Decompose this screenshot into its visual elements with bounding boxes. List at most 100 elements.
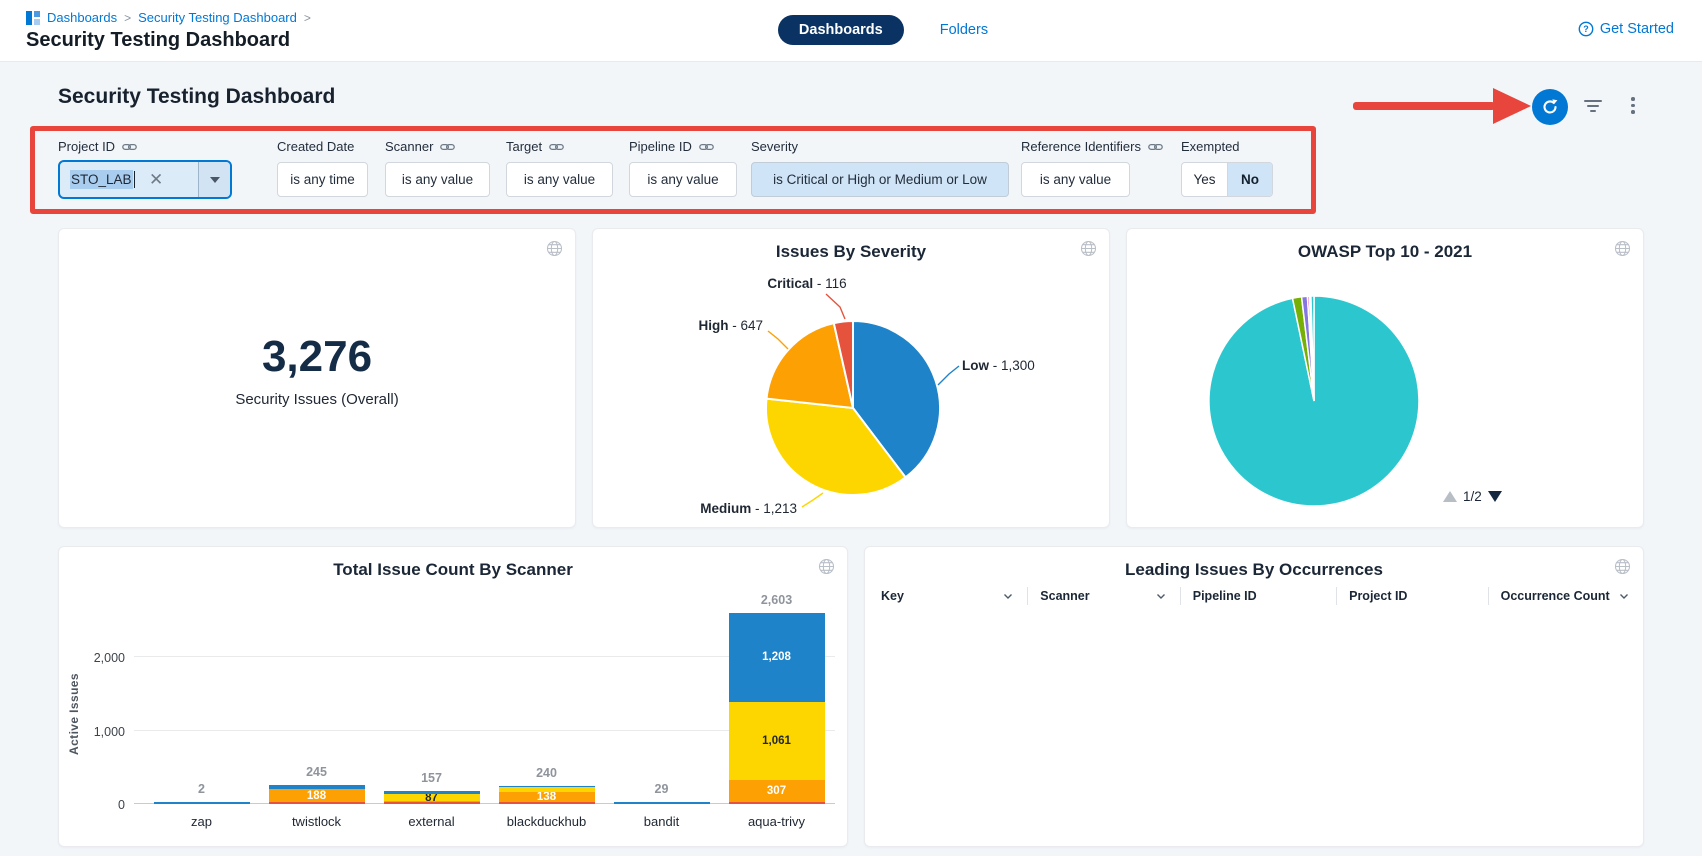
get-started-label: Get Started (1600, 21, 1674, 37)
scanner-filter-value[interactable]: is any value (385, 162, 490, 197)
bar-segment-low[interactable] (154, 802, 250, 804)
view-tabs: Dashboards Folders (64, 15, 1702, 45)
y-axis-tick: 2,000 (59, 651, 125, 665)
project-id-dropdown-toggle[interactable] (198, 162, 230, 197)
page-down-icon[interactable] (1488, 491, 1502, 502)
chevron-down-icon (1156, 593, 1166, 600)
created-date-filter-value[interactable]: is any time (277, 162, 368, 197)
bar-blackduckhub[interactable]: 138 (499, 786, 595, 805)
column-header-occurrence-count[interactable]: Occurrence Count (1488, 587, 1643, 605)
issues-by-severity-pie-chart[interactable]: Low - 1,300Medium - 1,213High - 647Criti… (593, 229, 1111, 529)
exempted-toggle: Yes No (1181, 162, 1273, 197)
category-label: zap (145, 814, 259, 829)
help-icon: ? (1578, 21, 1594, 37)
exempted-no-option[interactable]: No (1227, 163, 1272, 196)
exempted-yes-option[interactable]: Yes (1182, 163, 1227, 196)
target-filter-label: Target (506, 139, 564, 154)
target-filter-value[interactable]: is any value (506, 162, 613, 197)
total-issue-count-by-scanner-card[interactable]: Total Issue Count By Scanner Active Issu… (58, 546, 848, 847)
get-started-link[interactable]: ? Get Started (1578, 21, 1674, 37)
bar-segment-medium[interactable] (499, 787, 595, 792)
security-issues-overall-tile: 3,276 Security Issues (Overall) (58, 228, 576, 528)
column-header-scanner[interactable]: Scanner (1027, 587, 1179, 605)
bar-total-label: 29 (605, 782, 719, 796)
severity-filter-value[interactable]: is Critical or High or Medium or Low (751, 162, 1009, 197)
bar-total-label: 240 (490, 766, 604, 780)
exempted-filter-label: Exempted (1181, 139, 1240, 154)
created-date-filter-label: Created Date (277, 139, 354, 154)
pagination-label: 1/2 (1463, 489, 1482, 504)
link-icon (549, 142, 564, 152)
pie-pagination: 1/2 (1443, 489, 1502, 504)
refresh-icon (1540, 97, 1560, 117)
bar-segment-low[interactable] (499, 786, 595, 788)
reference-identifiers-filter-value[interactable]: is any value (1021, 162, 1130, 197)
pipeline-id-filter-value[interactable]: is any value (629, 162, 737, 197)
svg-text:Low - 1,300: Low - 1,300 (962, 358, 1035, 373)
dashboards-grid-icon (26, 11, 40, 25)
y-axis-label: Active Issues (67, 649, 81, 779)
y-axis-tick: 1,000 (59, 725, 125, 739)
link-icon (440, 142, 455, 152)
link-icon (699, 142, 714, 152)
bar-segment-critical[interactable] (729, 802, 825, 804)
bar-twistlock[interactable]: 188 (269, 785, 365, 804)
tab-folders[interactable]: Folders (940, 22, 988, 38)
bar-total-label: 2,603 (720, 593, 834, 607)
bar-segment-low[interactable]: 1,208 (729, 613, 825, 702)
category-label: bandit (605, 814, 719, 829)
scanner-filter-label: Scanner (385, 139, 455, 154)
total-issues-value: 3,276 (59, 332, 575, 382)
total-issues-label: Security Issues (Overall) (59, 391, 575, 408)
bar-segment-high[interactable]: 307 (729, 779, 825, 802)
more-options-button[interactable] (1628, 97, 1638, 119)
bar-external[interactable]: 87 (384, 791, 480, 804)
bar-segment-low[interactable] (384, 791, 480, 795)
tab-dashboards[interactable]: Dashboards (778, 15, 904, 45)
security-testing-dashboard-page: Dashboards > Security Testing Dashboard … (0, 0, 1702, 856)
issues-by-severity-card: Issues By Severity Low - 1,300Medium - 1… (592, 228, 1110, 528)
table-body-empty (865, 613, 1643, 846)
bar-zap[interactable] (154, 802, 250, 804)
link-icon (122, 142, 137, 152)
bar-segment-low[interactable] (269, 785, 365, 788)
bar-segment-medium[interactable]: 1,061 (729, 702, 825, 780)
svg-text:Critical - 116: Critical - 116 (767, 276, 846, 291)
chevron-down-icon (210, 177, 220, 183)
svg-text:?: ? (1583, 24, 1589, 34)
bar-total-label: 245 (260, 765, 374, 779)
project-id-input[interactable]: STO_LAB ✕ (58, 160, 232, 199)
globe-icon[interactable] (818, 558, 835, 580)
bar-aqua-trivy[interactable]: 3071,0611,208 (729, 613, 825, 804)
bar-segment-high[interactable]: 138 (499, 792, 595, 802)
table-title: Leading Issues By Occurrences (865, 560, 1643, 580)
bar-segment-medium[interactable]: 87 (384, 794, 480, 800)
bar-bandit[interactable] (614, 802, 710, 804)
chevron-down-icon (1003, 593, 1013, 600)
clear-icon[interactable]: ✕ (149, 171, 163, 188)
severity-filter-label: Severity (751, 139, 798, 154)
dashboard-heading: Security Testing Dashboard (58, 85, 335, 109)
globe-icon[interactable] (546, 240, 563, 262)
link-icon (1148, 142, 1163, 152)
bar-segment-critical[interactable] (269, 802, 365, 804)
bar-segment-high[interactable]: 188 (269, 789, 365, 803)
y-axis-tick: 0 (59, 798, 125, 812)
table-header-row: KeyScannerPipeline IDProject IDOccurrenc… (865, 579, 1643, 613)
owasp-top-10-card: OWASP Top 10 - 2021 1/2 (1126, 228, 1644, 528)
refresh-button[interactable] (1532, 89, 1568, 125)
column-header-key[interactable]: Key (881, 587, 1027, 605)
page-up-icon[interactable] (1443, 491, 1457, 502)
pipeline-id-filter-label: Pipeline ID (629, 139, 714, 154)
project-id-filter-label: Project ID (58, 139, 137, 154)
globe-icon[interactable] (1614, 558, 1631, 580)
top-bar: Dashboards > Security Testing Dashboard … (0, 0, 1702, 62)
owasp-top-10-pie-chart[interactable] (1127, 229, 1645, 529)
bar-segment-low[interactable] (614, 802, 710, 804)
red-annotation-arrow (1353, 88, 1531, 124)
bar-chart-title: Total Issue Count By Scanner (59, 560, 847, 580)
column-header-project-id[interactable]: Project ID (1336, 587, 1488, 605)
filter-button[interactable] (1583, 100, 1603, 116)
category-label: blackduckhub (490, 814, 604, 829)
column-header-pipeline-id[interactable]: Pipeline ID (1180, 587, 1336, 605)
